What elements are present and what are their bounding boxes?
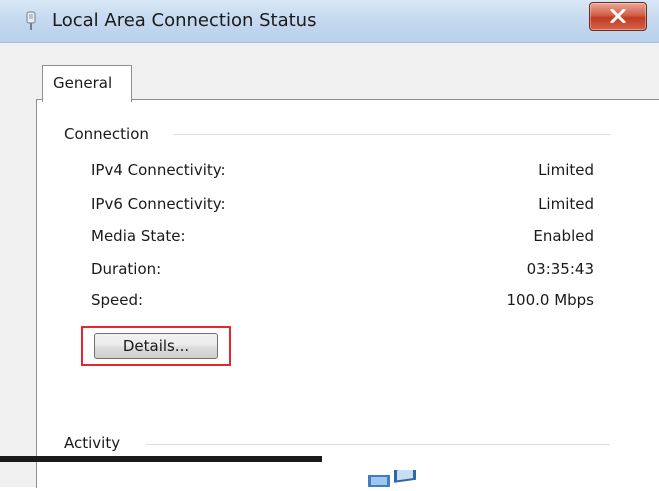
activity-group-line xyxy=(146,444,610,445)
media-state-value: Enabled xyxy=(533,227,594,245)
ipv4-connectivity-label: IPv4 Connectivity: xyxy=(91,161,226,179)
close-icon xyxy=(610,9,626,23)
duration-label: Duration: xyxy=(91,260,162,278)
bottom-edge-strip xyxy=(0,456,322,462)
network-connection-icon xyxy=(22,11,40,31)
ipv4-connectivity-value: Limited xyxy=(538,161,594,179)
connection-group-line xyxy=(174,134,610,135)
ipv6-connectivity-value: Limited xyxy=(538,195,594,213)
tab-general-label: General xyxy=(53,74,113,92)
details-button[interactable]: Details... xyxy=(94,333,218,359)
media-state-label: Media State: xyxy=(91,227,186,245)
title-bar[interactable]: Local Area Connection Status xyxy=(0,0,659,43)
close-button[interactable] xyxy=(589,2,647,31)
speed-label: Speed: xyxy=(91,291,144,309)
window-title: Local Area Connection Status xyxy=(52,10,317,31)
network-computers-icon xyxy=(364,464,428,487)
speed-value: 100.0 Mbps xyxy=(506,291,594,309)
activity-group-label: Activity xyxy=(64,434,129,452)
ipv6-connectivity-label: IPv6 Connectivity: xyxy=(91,195,226,213)
tab-general[interactable]: General xyxy=(42,65,132,102)
connection-group-label: Connection xyxy=(64,125,157,143)
duration-value: 03:35:43 xyxy=(526,260,594,278)
status-dialog: Local Area Connection Status General Con… xyxy=(0,0,659,488)
